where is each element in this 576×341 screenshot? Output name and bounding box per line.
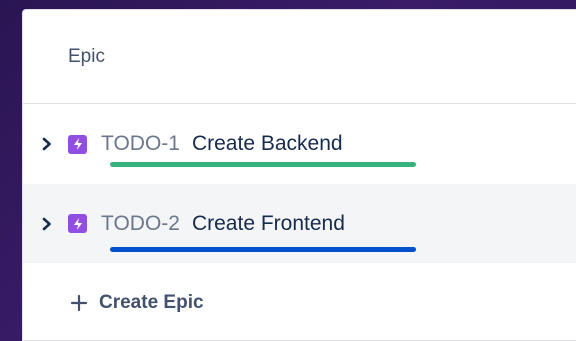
issue-summary[interactable]: Create Backend <box>192 132 343 156</box>
lightning-bolt-icon <box>68 134 87 154</box>
create-epic-label: Create Epic <box>99 291 204 313</box>
highlight-underline-green <box>110 162 416 167</box>
chevron-right-icon[interactable] <box>37 134 57 154</box>
epic-row-todo-1[interactable]: TODO-1 Create Backend <box>23 104 576 184</box>
issue-summary[interactable]: Create Frontend <box>192 212 345 236</box>
highlight-underline-blue <box>110 247 416 252</box>
column-title: Epic <box>68 45 105 67</box>
chevron-right-icon[interactable] <box>37 214 57 234</box>
epic-row-todo-2[interactable]: TODO-2 Create Frontend <box>23 184 576 263</box>
issue-key[interactable]: TODO-2 <box>101 212 180 236</box>
issue-key[interactable]: TODO-1 <box>101 132 180 156</box>
epic-column-header: Epic <box>23 10 576 104</box>
lightning-bolt-icon <box>68 214 87 233</box>
plus-icon <box>69 293 89 313</box>
epic-panel: Epic TODO-1 Create Backend TODO-2 Create… <box>22 9 576 341</box>
create-epic-button[interactable]: Create Epic <box>23 263 576 340</box>
